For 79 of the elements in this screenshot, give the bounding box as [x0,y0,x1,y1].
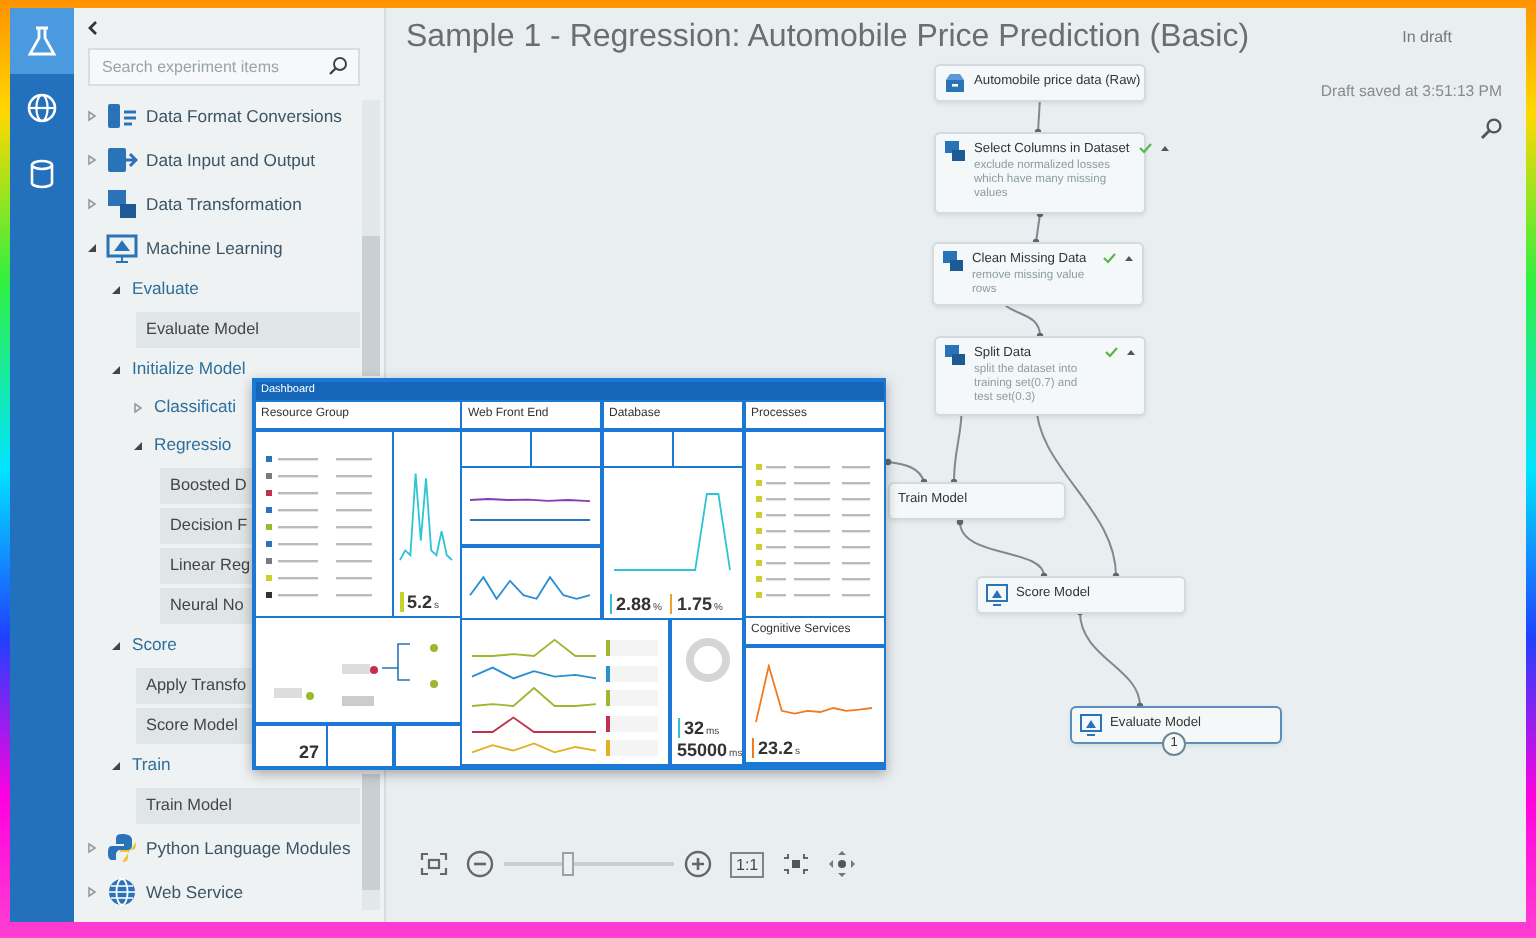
collapse-caret-icon[interactable] [1124,254,1134,262]
expanded-caret-icon[interactable] [86,242,98,254]
group-item[interactable]: Regressio [154,432,232,458]
status-text: In draft [1402,26,1452,50]
search-field[interactable]: Search experiment items [88,48,360,86]
module-item[interactable]: Neural No [160,588,252,624]
metric-value: 27 [298,743,319,761]
module-item[interactable]: Train Model [136,788,360,824]
category-icon [106,232,138,264]
expanded-caret-icon[interactable] [110,363,122,375]
line-chart-drawing [470,686,598,708]
category-item[interactable]: Machine Learning [146,235,283,261]
experiment-title: Sample 1 - Regression: Automobile Price Prediction (Basic) [406,18,1250,58]
module-item[interactable]: Score Model [136,708,252,744]
group-item[interactable]: Classificati [154,394,237,420]
zoom-slider-thumb[interactable] [562,852,575,876]
legend-swatch [606,715,658,731]
category-icon [106,188,138,220]
group-item[interactable]: Train [132,752,171,778]
zoom-in-icon[interactable] [684,850,712,878]
expanded-caret-icon[interactable] [132,439,144,451]
line-chart-drawing [470,636,598,658]
expanded-caret-icon[interactable] [110,639,122,651]
line-chart-drawing [468,496,592,524]
collapse-icon[interactable] [86,20,100,36]
focus-icon[interactable] [782,852,811,876]
model-icon [986,584,1008,606]
metric-value: 23.2 [758,739,794,757]
transform-icon [944,140,966,162]
module-item[interactable]: Apply Transfo [136,668,252,704]
zoom-out-icon[interactable] [466,850,494,878]
line-chart-drawing [611,492,731,572]
globe-icon [24,89,60,125]
move-icon[interactable] [828,850,857,878]
category-item[interactable]: Web Service [146,879,244,905]
module-item[interactable]: Boosted D [160,468,252,504]
line-chart-drawing [470,711,598,733]
metric-value: 5.2 [407,593,433,611]
category-icon [106,144,138,176]
transform-icon [944,344,966,366]
category-icon [106,832,138,864]
module-item[interactable]: Decision F [160,508,252,544]
model-icon [1080,714,1102,736]
actual-size-button[interactable]: 1:1 [730,851,765,877]
metric-value: 55000 [677,742,728,760]
collapse-caret-icon[interactable] [1126,348,1136,356]
category-item[interactable]: Python Language Modules [146,835,351,861]
category-item[interactable]: Data Transformation [146,191,302,217]
category-icon [106,100,138,132]
line-chart-drawing [753,663,873,723]
legend-swatch [606,665,658,681]
collapse-caret-icon[interactable] [1159,144,1170,152]
legend-swatch [606,740,658,756]
search-icon[interactable] [1480,117,1502,140]
expanded-caret-icon[interactable] [110,759,122,771]
category-item[interactable]: Data Format Conversions [146,103,342,129]
module-item[interactable]: Evaluate Model [136,312,360,348]
category-icon [106,876,138,908]
legend-swatch [606,640,658,656]
group-item[interactable]: Score [132,632,177,658]
nav-tab[interactable] [10,8,74,74]
flask-icon [24,23,60,59]
search-icon [328,56,348,76]
donut-gauge-drawing [683,636,731,684]
group-item[interactable]: Initialize Model [132,356,246,382]
dataset-icon [944,72,966,94]
transform-icon [942,250,964,272]
group-item[interactable]: Evaluate [132,276,199,302]
scrollbar-thumb[interactable] [362,774,380,890]
metric-value: 32 [684,720,705,738]
metric-value: 2.88 [616,595,652,613]
module-item[interactable]: Linear Reg [160,548,252,584]
category-item[interactable]: Data Input and Output [146,147,316,173]
scrollbar-thumb[interactable] [362,236,380,376]
fit-to-screen-icon[interactable] [420,852,448,876]
legend-swatch [606,690,658,706]
metric-value: 1.75 [676,595,713,613]
expanded-caret-icon[interactable] [110,283,122,295]
line-chart-drawing [470,661,598,683]
